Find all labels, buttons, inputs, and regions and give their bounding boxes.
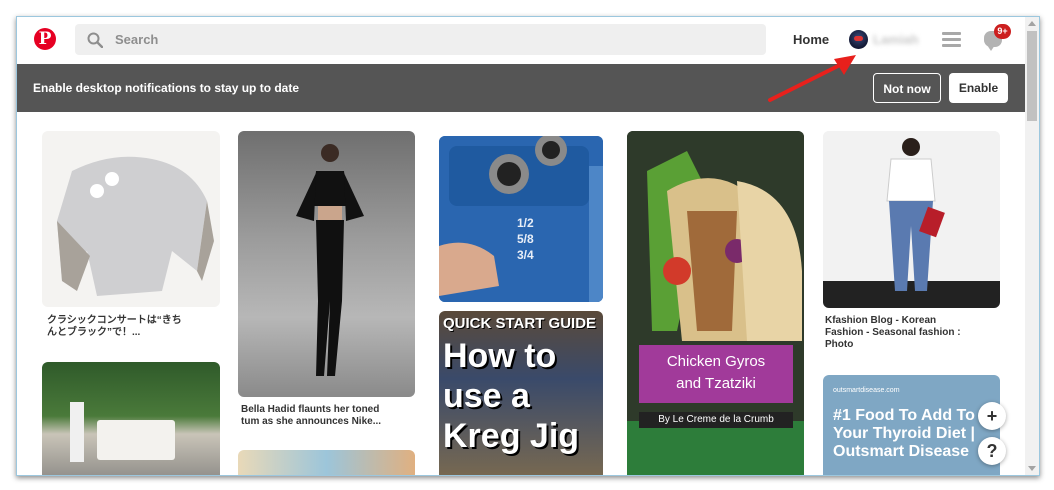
not-now-button[interactable]: Not now — [873, 73, 941, 103]
profile-username[interactable]: Lamiah — [873, 32, 919, 47]
pin-sweater-caption-line1: クラシックコンサートは“きち — [47, 315, 182, 326]
pin-sweater-image[interactable] — [42, 131, 220, 307]
kreg-mark-2: 5/8 — [517, 232, 534, 246]
vertical-scrollbar[interactable] — [1025, 17, 1039, 475]
coffee-cart-shape — [97, 420, 175, 460]
thyroid-title: #1 Food To Add To Your Thyroid Diet | Ou… — [833, 407, 975, 460]
pin-kfashion-caption-line2: Fashion - Seasonal fashion : — [825, 327, 961, 338]
notification-badge: 9+ — [994, 24, 1011, 39]
pin-kreg-guide-image[interactable]: QUICK START GUIDE How to use a Kreg Jig — [439, 311, 603, 475]
pin-bella-caption-line2: tum as she announces Nike... — [241, 416, 382, 427]
barista-figure — [70, 402, 84, 462]
kreg-title-line-1: How to — [443, 337, 557, 375]
gyros-title-line-1: Chicken Gyros — [666, 353, 766, 370]
pin-bella-image[interactable] — [238, 131, 415, 397]
pin-thyroid-image[interactable]: outsmartdisease.com #1 Food To Add To Yo… — [823, 375, 1000, 475]
pin-coffee-cart-image[interactable] — [42, 362, 220, 475]
enable-button[interactable]: Enable — [949, 73, 1008, 103]
menu-icon[interactable] — [942, 32, 961, 48]
kreg-title-line-2: use a — [443, 377, 530, 415]
red-annotation-arrow-icon — [768, 55, 856, 102]
kreg-quick-start-heading: QUICK START GUIDE — [443, 315, 597, 332]
search-input[interactable]: Search — [75, 24, 766, 55]
kreg-title-line-3: Kreg Jig — [443, 417, 580, 455]
pin-food-platter-image[interactable] — [238, 450, 415, 475]
model-figure — [296, 144, 364, 376]
pin-kreg-jig-image[interactable]: 1/2 5/8 3/4 — [439, 136, 603, 302]
search-placeholder: Search — [115, 32, 159, 47]
kfashion-figure — [823, 131, 1000, 308]
kreg-mark-1: 1/2 — [517, 216, 534, 230]
scroll-up-arrow-icon[interactable] — [1028, 21, 1036, 26]
pin-bella-caption-line1: Bella Hadid flaunts her toned — [241, 404, 380, 415]
gyros-byline: By Le Creme de la Crumb — [639, 412, 793, 428]
pinterest-logo-icon[interactable]: P — [34, 28, 56, 50]
search-icon — [87, 32, 103, 48]
thyroid-site: outsmartdisease.com — [833, 387, 900, 394]
pin-kfashion-caption-line3: Photo — [825, 339, 854, 350]
pin-kfashion-image[interactable] — [823, 131, 1000, 308]
browser-viewport: P Search Home Lamiah 9+ Enable desktop n… — [16, 16, 1040, 476]
scroll-down-arrow-icon[interactable] — [1028, 466, 1036, 471]
pin-sweater-caption-line2: んとブラック”で！... — [47, 327, 141, 338]
pin-kfashion-caption-line1: Kfashion Blog - Korean — [825, 315, 937, 326]
sweater-illustration — [57, 156, 214, 296]
pin-chicken-gyros-image[interactable]: Chicken Gyros and Tzatziki By Le Creme d… — [627, 131, 804, 475]
gyros-title-line-2: and Tzatziki — [676, 375, 756, 392]
banner-message: Enable desktop notifications to stay up … — [33, 81, 300, 95]
pin-grid: クラシックコンサートは“きち んとブラック”で！... Bella Hadid … — [17, 112, 1025, 475]
gyros-title-box: Chicken Gyros and Tzatziki — [639, 345, 793, 403]
help-button[interactable]: ? — [978, 437, 1006, 465]
scroll-thumb[interactable] — [1027, 31, 1037, 121]
add-pin-button[interactable]: + — [978, 402, 1006, 430]
kreg-mark-3: 3/4 — [517, 248, 534, 262]
